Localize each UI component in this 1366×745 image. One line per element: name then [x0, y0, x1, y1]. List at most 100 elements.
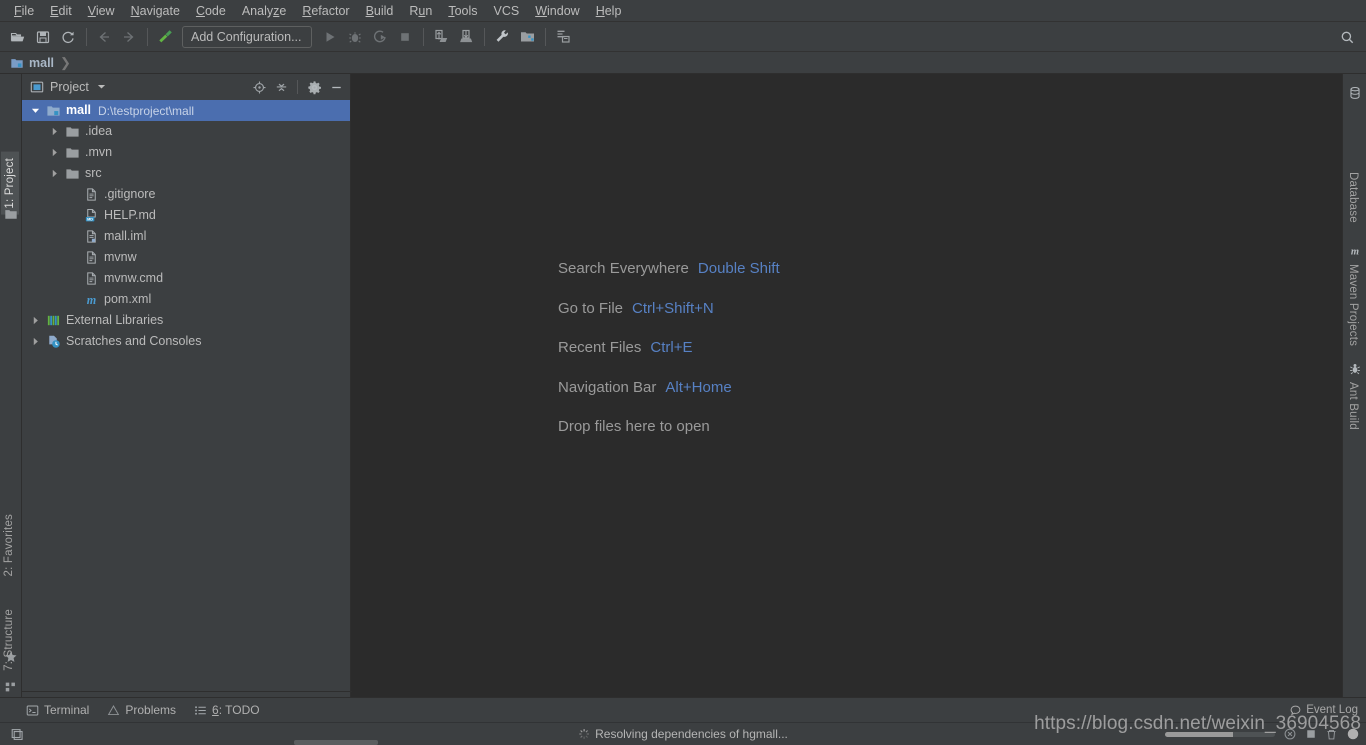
chevron-right-icon[interactable] [45, 169, 63, 178]
menu-item-build[interactable]: Build [358, 1, 402, 21]
run-configuration-selector[interactable]: Add Configuration... [182, 25, 312, 48]
sidebar-item-structure[interactable]: 7: Structure [3, 609, 15, 671]
menu-item-help[interactable]: Help [588, 1, 630, 21]
tree-node-mall[interactable]: mall D:\testproject\mall [22, 100, 350, 121]
tree-node-gitignore[interactable]: .gitignore [22, 184, 350, 205]
menu-item-refactor[interactable]: Refactor [294, 1, 357, 21]
run-with-coverage-icon[interactable] [368, 25, 392, 49]
run-configuration-label: Add Configuration... [191, 29, 302, 44]
sync-refresh-icon[interactable] [56, 25, 80, 49]
spinner-icon [578, 728, 590, 740]
tree-node-external-libraries[interactable]: External Libraries [22, 310, 350, 331]
event-log-button[interactable]: Event Log [1289, 704, 1358, 717]
sidebar-item-ant-build[interactable]: Ant Build [1347, 382, 1359, 430]
panel-action-separator [297, 80, 298, 94]
tree-node-label: pom.xml [104, 292, 152, 306]
intellij-idea-window: File Edit View Navigate Code Analyze Refactor B… [0, 0, 1366, 745]
menu-item-edit[interactable]: Edit [42, 1, 80, 21]
menu-item-run[interactable]: Run [401, 1, 440, 21]
chevron-right-icon[interactable] [45, 148, 63, 157]
search-structure-icon[interactable] [551, 25, 575, 49]
status-bar: Resolving dependencies of hgmall... [0, 722, 1366, 745]
editor-tip-shortcut: Ctrl+Shift+N [632, 299, 714, 317]
tree-node-label: mvnw [104, 250, 137, 264]
collapse-all-icon[interactable] [271, 77, 291, 97]
menu-item-code[interactable]: Code [188, 1, 234, 21]
bottom-tab-terminal[interactable]: Terminal [26, 703, 89, 717]
editor-tip-navigation-bar: Navigation Bar Alt+Home [558, 379, 780, 396]
tree-node-mvnw[interactable]: mvnw [22, 247, 350, 268]
menu-item-analyze[interactable]: Analyze [234, 1, 294, 21]
sidebar-item-label: Maven Projects [1347, 264, 1359, 347]
editor-empty-area[interactable]: Search Everywhere Double Shift Go to File C… [351, 74, 1342, 697]
menu-item-window[interactable]: Window [527, 1, 587, 21]
project-file-tree[interactable]: mall D:\testproject\mall .idea .mvn src .giti… [22, 100, 350, 352]
settings-wrench-icon[interactable] [490, 25, 514, 49]
navigate-back-icon[interactable] [92, 25, 116, 49]
event-log-label: Event Log [1306, 704, 1358, 716]
tree-node-help-md[interactable]: MD HELP.md [22, 205, 350, 226]
stop-process-icon[interactable] [1283, 727, 1297, 741]
tree-node-mvn[interactable]: .mvn [22, 142, 350, 163]
tree-node-idea[interactable]: .idea [22, 121, 350, 142]
trash-icon[interactable] [1325, 728, 1338, 741]
navigate-forward-icon[interactable] [117, 25, 141, 49]
markdown-file-icon: MD [82, 208, 100, 223]
tree-node-scratches-and-consoles[interactable]: Scratches and Consoles [22, 331, 350, 352]
run-icon[interactable] [318, 25, 342, 49]
chevron-down-icon[interactable] [97, 78, 106, 96]
bottom-tool-window-stripe: Terminal Problems 6: TODO Event Log [0, 697, 1366, 722]
search-icon [1341, 31, 1353, 43]
bottom-tab-problems[interactable]: Problems [107, 703, 176, 717]
tree-node-label: .mvn [85, 145, 113, 159]
locate-file-icon[interactable] [249, 77, 269, 97]
todo-list-icon [194, 704, 207, 717]
breadcrumb-item-mall[interactable]: mall ❯ [10, 55, 73, 71]
toolbar-separator [484, 27, 485, 46]
chevron-right-icon[interactable] [26, 337, 44, 346]
gear-icon[interactable] [304, 77, 324, 97]
bottom-tab-todo[interactable]: 6: TODO [194, 703, 260, 717]
sidebar-item-maven-projects[interactable]: Maven Projects [1347, 264, 1359, 346]
avatar[interactable] [1346, 727, 1360, 741]
chevron-down-icon[interactable] [26, 106, 44, 115]
right-tool-window-stripe: Database m Maven Projects Ant Build [1342, 74, 1366, 697]
tree-node-mvnw-cmd[interactable]: mvnw.cmd [22, 268, 350, 289]
tree-node-pom-xml[interactable]: m pom.xml [22, 289, 350, 310]
tree-node-src[interactable]: src [22, 163, 350, 184]
menu-item-file[interactable]: File [6, 1, 42, 21]
search-everywhere-button[interactable] [1336, 26, 1358, 48]
update-project-icon[interactable] [429, 25, 453, 49]
debug-icon[interactable] [343, 25, 367, 49]
module-folder-icon [10, 56, 24, 70]
iml-file-icon [82, 229, 100, 244]
chevron-right-icon[interactable] [26, 316, 44, 325]
chevron-right-icon[interactable] [45, 127, 63, 136]
tree-node-mall-iml[interactable]: mall.iml [22, 226, 350, 247]
warning-triangle-icon [107, 704, 120, 717]
commit-icon[interactable] [454, 25, 478, 49]
editor-tip-shortcut: Alt+Home [665, 378, 732, 396]
breadcrumb-label: mall [29, 55, 55, 70]
sidebar-item-project[interactable]: 1: Project [1, 152, 19, 215]
progress-bar [1165, 731, 1275, 737]
menu-item-view[interactable]: View [80, 1, 123, 21]
editor-tip-action: Navigation Bar [558, 378, 657, 396]
toggle-toolwindows-icon[interactable] [10, 727, 24, 741]
open-project-icon[interactable] [6, 25, 30, 49]
save-all-icon[interactable] [31, 25, 55, 49]
libraries-icon [44, 313, 62, 328]
minimize-icon[interactable] [326, 77, 346, 97]
stop-icon[interactable] [393, 25, 417, 49]
memory-indicator-icon[interactable] [1305, 728, 1317, 740]
build-hammer-icon[interactable] [153, 25, 177, 49]
editor-tip-action: Go to File [558, 299, 624, 317]
menu-item-tools[interactable]: Tools [440, 1, 485, 21]
sidebar-item-database[interactable]: Database [1347, 172, 1359, 223]
horizontal-scrollbar-thumb[interactable] [294, 740, 378, 745]
menu-item-navigate[interactable]: Navigate [123, 1, 188, 21]
tree-node-label: src [85, 166, 102, 180]
menu-item-vcs[interactable]: VCS [486, 1, 528, 21]
sidebar-item-favorites[interactable]: 2: Favorites [3, 514, 15, 576]
project-structure-icon[interactable] [515, 25, 539, 49]
